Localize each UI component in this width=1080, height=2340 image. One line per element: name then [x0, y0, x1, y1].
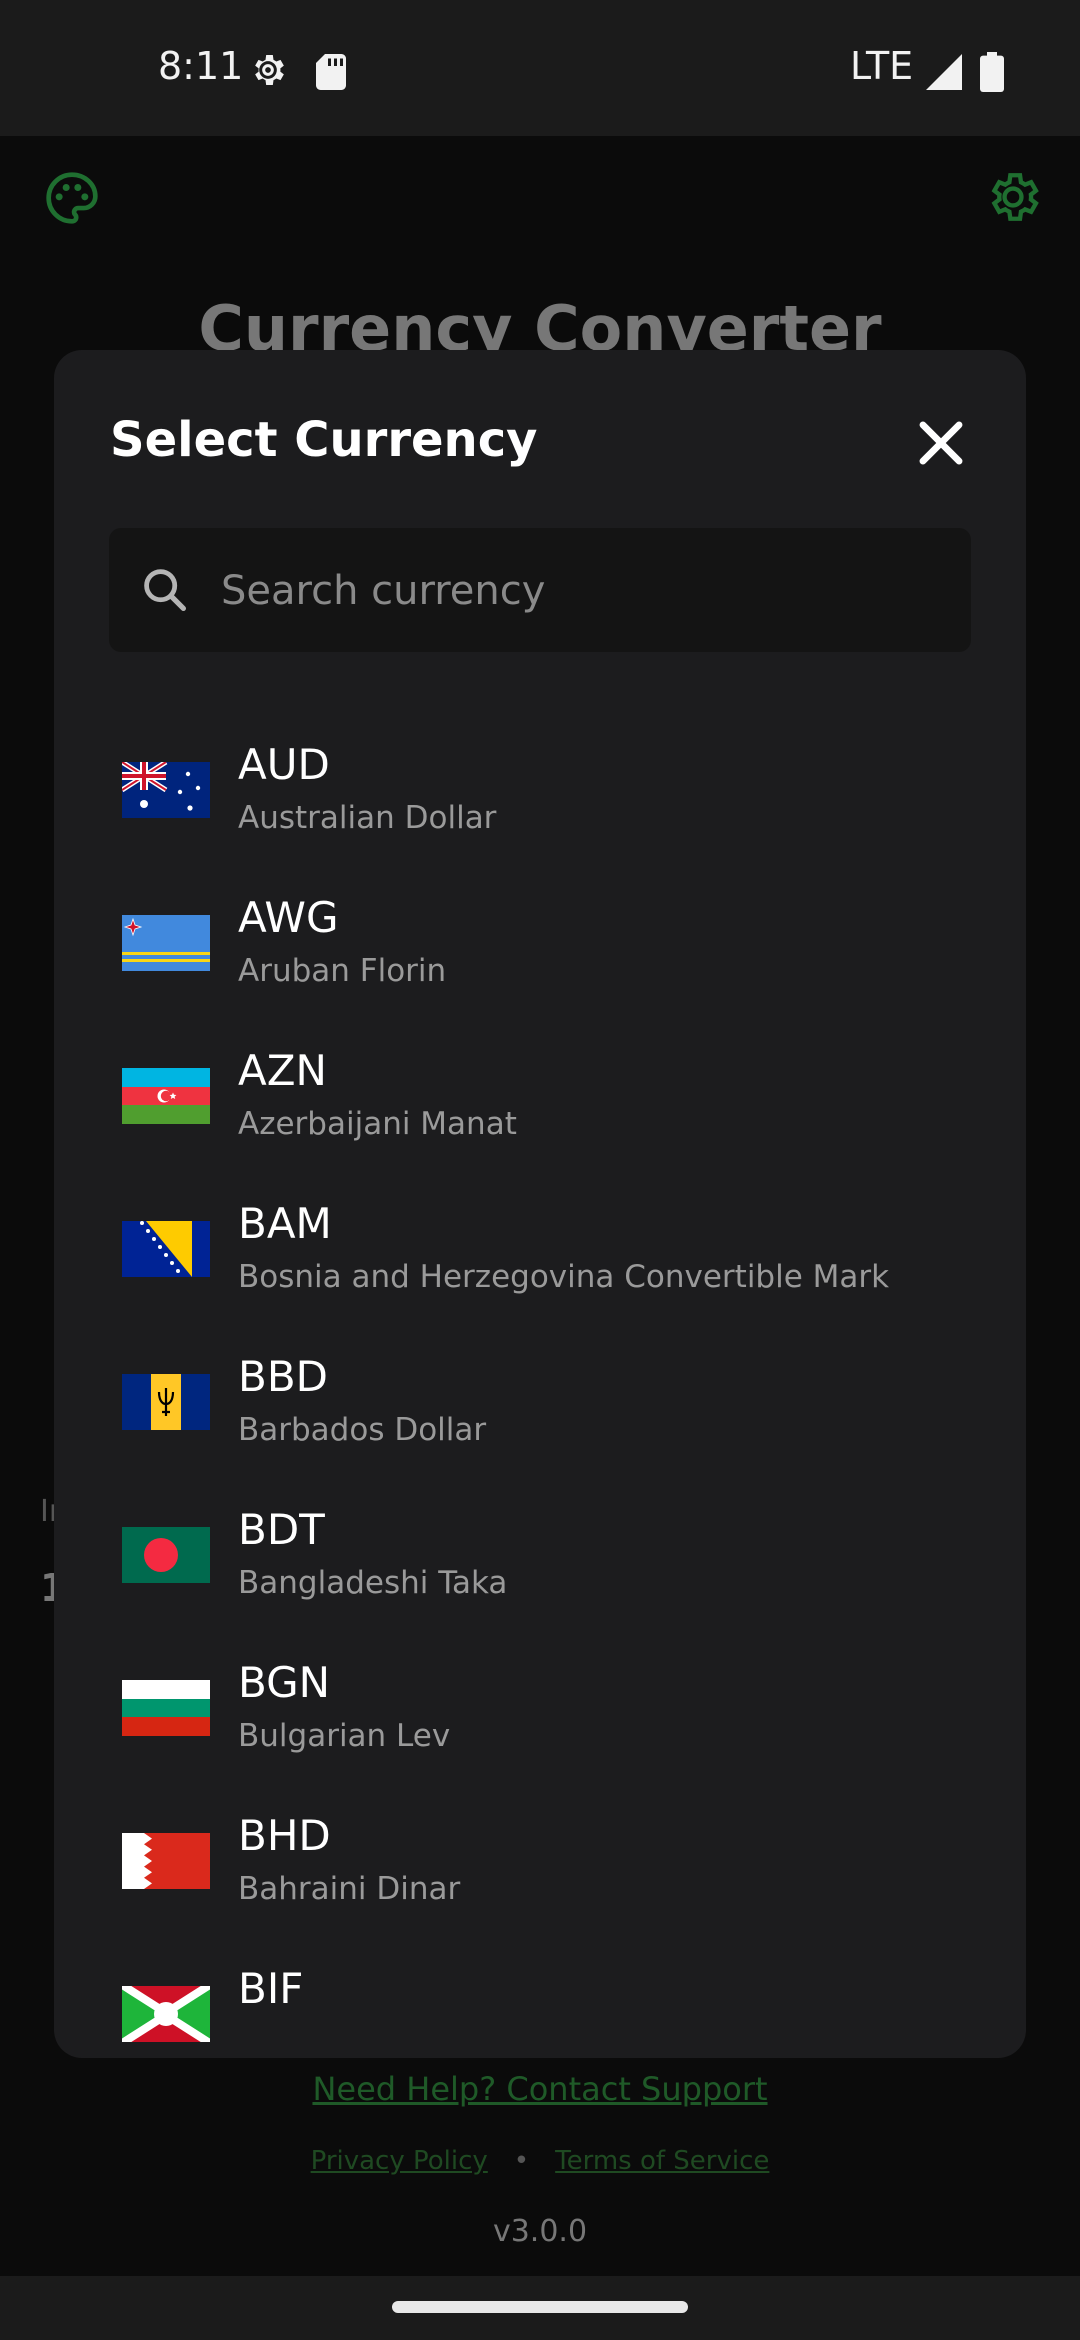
currency-name: Azerbaijani Manat [238, 1106, 517, 1142]
currency-name: Aruban Florin [238, 953, 447, 989]
bahrain-flag-icon [122, 1833, 210, 1889]
currency-code: BAM [238, 1199, 332, 1248]
separator-dot: • [513, 2146, 530, 2176]
currency-name: Australian Dollar [238, 800, 497, 836]
currency-name: Bahraini Dinar [238, 1871, 461, 1907]
bulgaria-flag-icon [122, 1680, 210, 1736]
close-icon[interactable] [910, 412, 972, 474]
currency-code: BDT [238, 1505, 325, 1554]
home-gesture-handle[interactable] [392, 2301, 688, 2313]
signal-icon [926, 54, 962, 90]
select-currency-dialog: Select Currency AUD [54, 350, 1026, 2058]
currency-item-bdt[interactable]: BDT Bangladeshi Taka [54, 1477, 1026, 1630]
battery-icon [980, 52, 1004, 92]
dialog-title: Select Currency [110, 412, 538, 468]
palette-icon[interactable] [44, 170, 100, 226]
currency-name: Bosnia and Herzegovina Convertible Mark [238, 1259, 890, 1295]
currency-item-bif[interactable]: BIF [54, 1936, 1026, 2058]
currency-name: Bangladeshi Taka [238, 1565, 508, 1601]
privacy-policy-link[interactable]: Privacy Policy [311, 2146, 488, 2176]
currency-code: AWG [238, 893, 339, 942]
search-field[interactable] [109, 528, 971, 652]
currency-code: AZN [238, 1046, 327, 1095]
burundi-flag-icon [122, 1986, 210, 2042]
settings-icon[interactable] [984, 168, 1042, 226]
legal-links: Privacy Policy • Terms of Service [0, 2146, 1080, 2176]
aruba-flag-icon [122, 915, 210, 971]
azerbaijan-flag-icon [122, 1068, 210, 1124]
australia-flag-icon [122, 762, 210, 818]
currency-item-azn[interactable]: AZN Azerbaijani Manat [54, 1018, 1026, 1171]
contact-support-link[interactable]: Need Help? Contact Support [0, 2070, 1080, 2108]
currency-code: AUD [238, 740, 330, 789]
network-type: LTE [850, 44, 914, 88]
currency-code: BIF [238, 1964, 304, 2013]
bosnia-flag-icon [122, 1221, 210, 1277]
currency-code: BGN [238, 1658, 331, 1707]
currency-name: Barbados Dollar [238, 1412, 487, 1448]
currency-item-bbd[interactable]: BBD Barbados Dollar [54, 1324, 1026, 1477]
currency-item-aud[interactable]: AUD Australian Dollar [54, 712, 1026, 865]
status-bar: 8:11 LTE [0, 0, 1080, 136]
bangladesh-flag-icon [122, 1527, 210, 1583]
sd-card-icon [316, 54, 346, 90]
currency-list[interactable]: AUD Australian Dollar AWG Aruban Florin [54, 712, 1026, 2058]
currency-item-bam[interactable]: BAM Bosnia and Herzegovina Convertible M… [54, 1171, 1026, 1324]
currency-code: BHD [238, 1811, 331, 1860]
status-time: 8:11 [158, 44, 244, 88]
barbados-flag-icon [122, 1374, 210, 1430]
app-version: v3.0.0 [492, 2214, 588, 2249]
search-input[interactable] [219, 554, 943, 628]
currency-item-bgn[interactable]: BGN Bulgarian Lev [54, 1630, 1026, 1783]
terms-of-service-link[interactable]: Terms of Service [555, 2146, 769, 2176]
currency-code: BBD [238, 1352, 328, 1401]
currency-name: Bulgarian Lev [238, 1718, 451, 1754]
settings-status-icon [255, 55, 284, 85]
currency-item-bhd[interactable]: BHD Bahraini Dinar [54, 1783, 1026, 1936]
currency-item-awg[interactable]: AWG Aruban Florin [54, 865, 1026, 1018]
navigation-bar [0, 2276, 1080, 2340]
search-icon [144, 569, 187, 612]
